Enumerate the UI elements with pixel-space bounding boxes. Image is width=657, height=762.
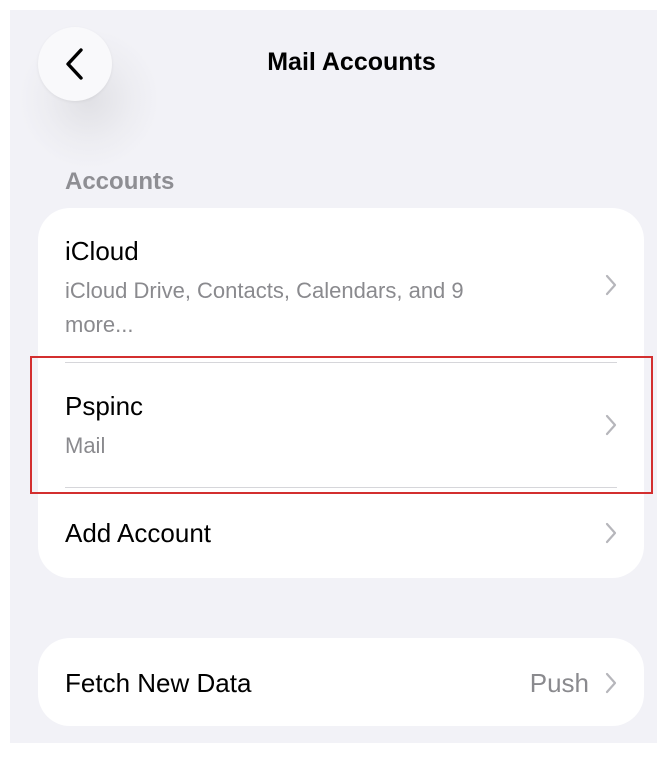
chevron-right-icon	[605, 672, 617, 694]
add-account-button[interactable]: Add Account	[38, 488, 644, 578]
chevron-right-icon	[605, 522, 617, 544]
fetch-new-data-label: Fetch New Data	[65, 668, 252, 698]
account-name: Pspinc	[65, 391, 144, 421]
account-name: iCloud	[65, 236, 139, 266]
add-account-label: Add Account	[65, 518, 211, 548]
account-row-icloud[interactable]: iCloud iCloud Drive, Contacts, Calendars…	[38, 208, 644, 356]
chevron-right-icon	[605, 414, 617, 436]
fetch-new-data-row[interactable]: Fetch New Data Push	[38, 638, 644, 726]
fetch-settings-group: Fetch New Data Push	[38, 638, 644, 726]
account-row-pspinc[interactable]: Pspinc Mail	[38, 363, 644, 487]
fetch-mode-value: Push	[529, 668, 589, 698]
account-services: Mail	[65, 433, 106, 458]
mail-accounts-screen: Mail Accounts Accounts iCloud iCloud Dri…	[10, 10, 657, 743]
accounts-section-header: Accounts	[65, 168, 175, 195]
chevron-right-icon	[605, 274, 617, 296]
accounts-list: iCloud iCloud Drive, Contacts, Calendars…	[38, 208, 644, 578]
page-title: Mail Accounts	[267, 48, 436, 76]
account-services: iCloud Drive, Contacts, Calendars, and 9…	[65, 278, 464, 337]
